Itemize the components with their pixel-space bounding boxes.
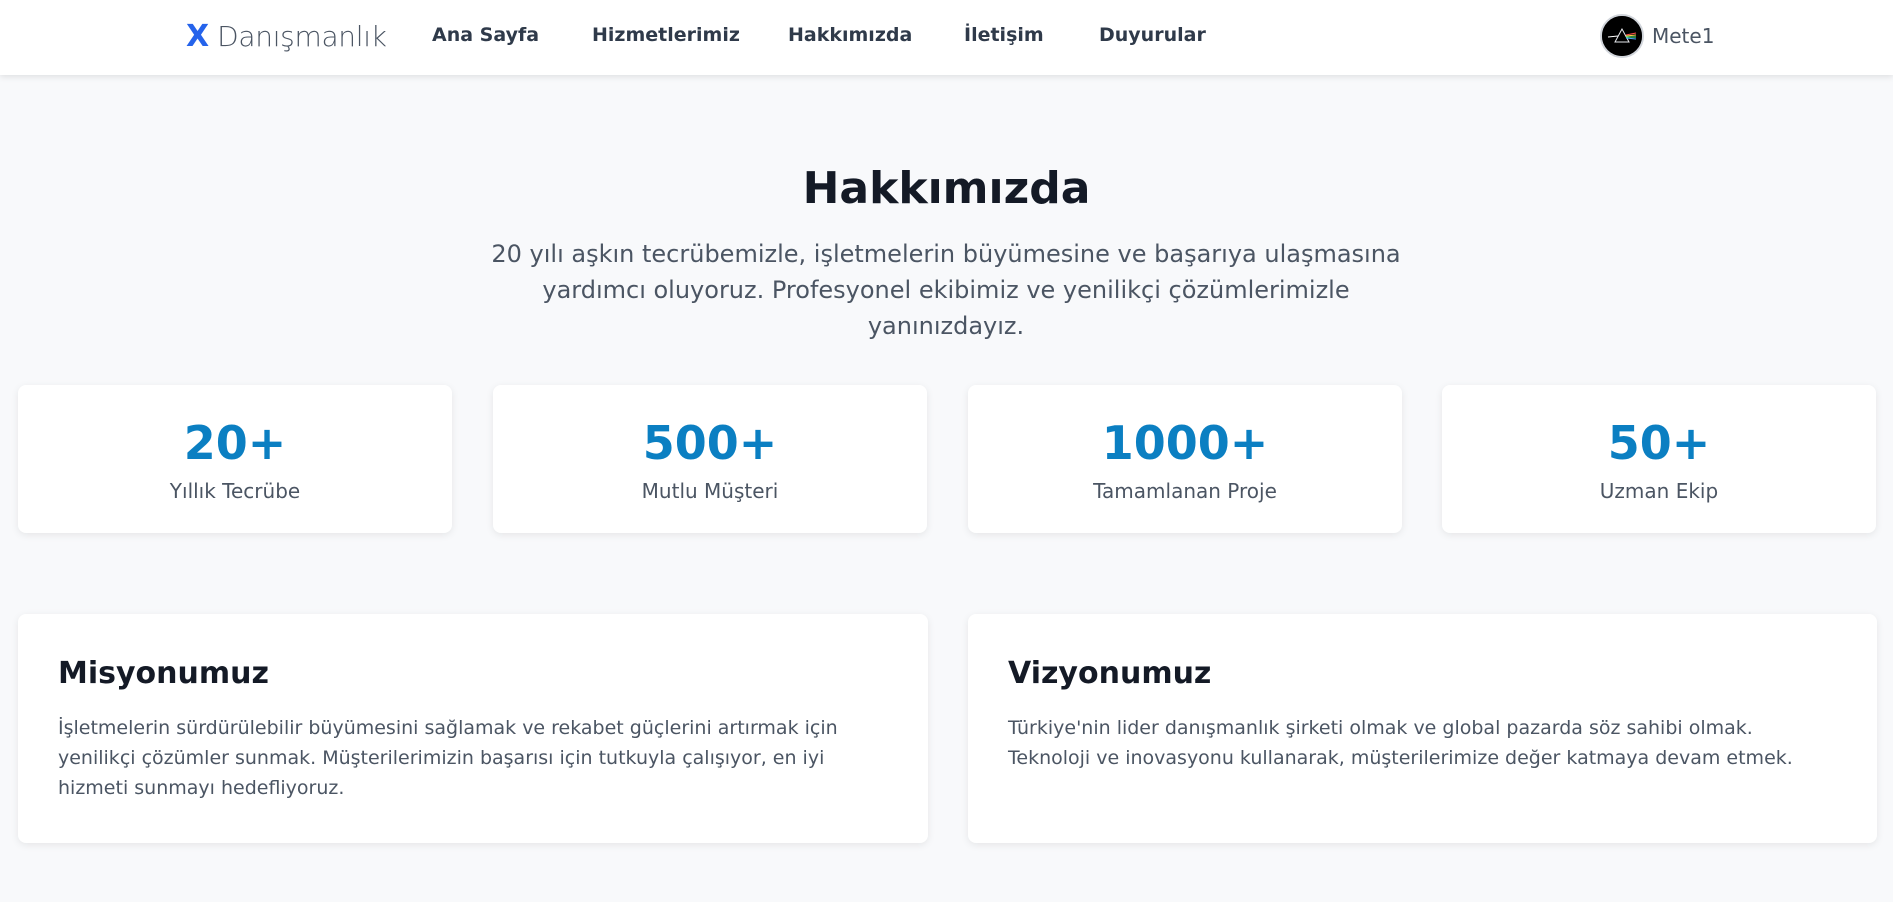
- nav-link-hizmetlerimiz[interactable]: Hizmetlerimiz: [592, 24, 740, 46]
- user-menu[interactable]: Mete1: [1600, 14, 1714, 58]
- mission-card: Misyonumuz İşletmelerin sürdürülebilir b…: [18, 614, 928, 843]
- user-name: Mete1: [1652, 24, 1715, 48]
- nav-link-duyurular[interactable]: Duyurular: [1099, 24, 1206, 46]
- nav-link-hakkimizda[interactable]: Hakkımızda: [788, 24, 912, 46]
- vision-title: Vizyonumuz: [1008, 656, 1212, 691]
- stat-card-customers: 500+ Mutlu Müşteri: [493, 385, 927, 533]
- stat-value: 50+: [1607, 416, 1711, 470]
- nav-link-ana-sayfa[interactable]: Ana Sayfa: [432, 24, 539, 46]
- stat-value: 20+: [183, 416, 287, 470]
- vision-text: Türkiye'nin lider danışmanlık şirketi ol…: [1008, 717, 1793, 769]
- nav-link-iletisim[interactable]: İletişim: [964, 24, 1044, 46]
- mission-title: Misyonumuz: [58, 656, 269, 691]
- page-title: Hakkımızda: [802, 163, 1091, 214]
- avatar-image-icon: [1602, 16, 1642, 56]
- stat-value: 1000+: [1101, 416, 1269, 470]
- stat-label: Mutlu Müşteri: [641, 479, 779, 503]
- vision-card: Vizyonumuz Türkiye'nin lider danışmanlık…: [968, 614, 1877, 843]
- avatar: [1600, 14, 1644, 58]
- stat-label: Uzman Ekip: [1599, 479, 1719, 503]
- stat-label: Yıllık Tecrübe: [169, 479, 301, 503]
- stat-card-team: 50+ Uzman Ekip: [1442, 385, 1876, 533]
- page-subtitle: 20 yılı aşkın tecrübemizle, işletmelerin…: [491, 240, 1401, 340]
- navbar: X Danışmanlık Ana Sayfa Hizmetlerimiz Ha…: [0, 0, 1893, 75]
- stat-label: Tamamlanan Proje: [1093, 479, 1277, 503]
- stat-card-projects: 1000+ Tamamlanan Proje: [968, 385, 1402, 533]
- stat-value: 500+: [642, 416, 778, 470]
- stat-card-experience: 20+ Yıllık Tecrübe: [18, 385, 452, 533]
- mission-text: İşletmelerin sürdürülebilir büyümesini s…: [58, 717, 838, 799]
